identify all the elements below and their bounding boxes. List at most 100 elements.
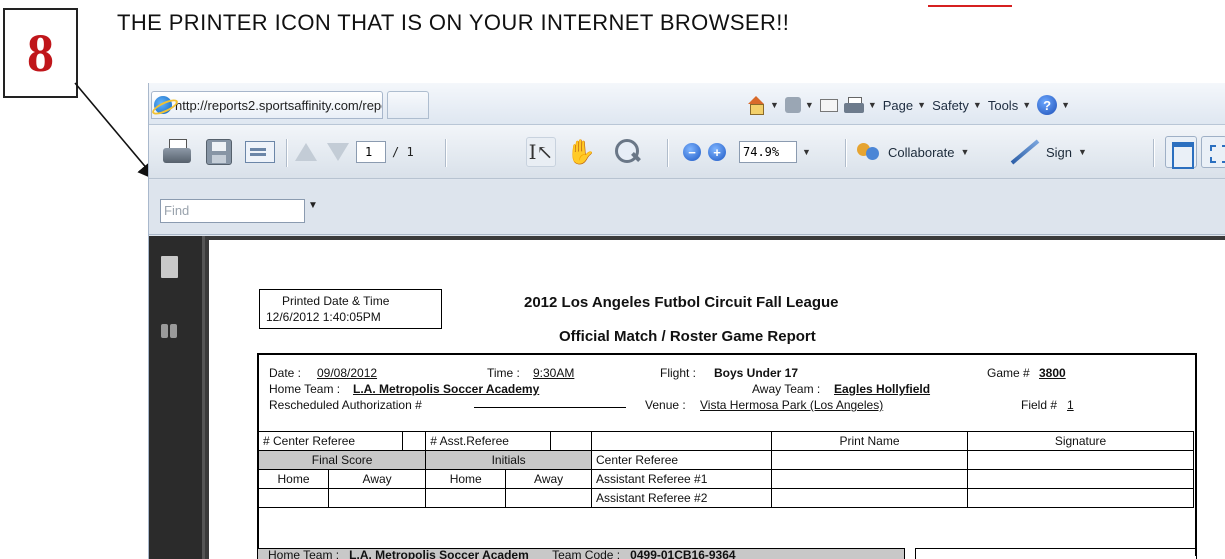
referee-table: # Center Referee # Asst.Referee Print Na…	[257, 431, 1194, 508]
asst-referee-count-label: # Asst.Referee	[425, 431, 551, 451]
marquee-zoom-button[interactable]	[611, 136, 645, 168]
chevron-down-icon: ▼	[867, 100, 877, 110]
safety-menu[interactable]: Safety ▼	[932, 98, 982, 113]
step-number-badge: 8	[3, 8, 78, 98]
chevron-down-icon: ▼	[770, 100, 779, 110]
chevron-down-icon: ▼	[1078, 147, 1087, 157]
attachments-icon[interactable]	[161, 319, 179, 339]
role-center-referee: Center Referee	[591, 450, 772, 470]
collaborate-label: Collaborate	[888, 144, 955, 160]
ie-logo-icon	[154, 96, 172, 114]
help-button[interactable]: ? ▼	[1037, 95, 1070, 115]
sign-button[interactable]: Sign ▼	[1006, 136, 1126, 168]
chevron-down-icon[interactable]: ▼	[308, 200, 318, 211]
zoom-in-button[interactable]: +	[705, 136, 729, 168]
chevron-down-icon: ▼	[917, 100, 927, 110]
venue-value: Vista Hermosa Park (Los Angeles)	[700, 398, 884, 412]
page-number-input[interactable]: 1	[356, 141, 386, 163]
collaborate-button[interactable]: Collaborate ▼	[854, 136, 994, 168]
chevron-down-icon: ▼	[804, 100, 814, 110]
document-viewer: Printed Date & Time 12/6/2012 1:40:05PM …	[149, 236, 1225, 559]
next-page-button[interactable]	[325, 136, 351, 168]
initials-away-header: Away	[505, 469, 592, 489]
initials-header: Initials	[425, 450, 592, 470]
mail-icon	[819, 98, 838, 112]
email-button[interactable]	[243, 136, 277, 168]
email-icon	[245, 141, 275, 163]
zoom-out-button[interactable]: −	[680, 136, 704, 168]
home-button[interactable]: ▼	[746, 96, 779, 115]
select-tool-button[interactable]: I↖	[524, 136, 558, 168]
pdf-print-button[interactable]	[161, 136, 193, 168]
zoom-in-icon: +	[708, 143, 726, 161]
navigation-panel	[149, 236, 205, 559]
magnifier-icon	[613, 137, 643, 167]
printed-label: Printed Date & Time	[282, 294, 390, 308]
assistant-referee-2-signature	[967, 488, 1194, 508]
roster-side-box	[915, 548, 1197, 559]
help-icon: ?	[1037, 95, 1058, 115]
center-referee-count-cell	[402, 431, 427, 451]
roster-team-code-label: Team Code :	[552, 548, 621, 559]
game-value: 3800	[1039, 366, 1066, 380]
safety-menu-label: Safety	[932, 97, 969, 113]
zoom-input[interactable]: 74.9%	[739, 141, 797, 163]
toolbar-separator	[667, 139, 668, 167]
chevron-down-icon: ▼	[1061, 100, 1071, 110]
print-name-header: Print Name	[771, 431, 968, 451]
date-label: Date :	[269, 366, 302, 380]
tools-menu[interactable]: Tools ▼	[988, 98, 1031, 113]
roster-home-team-value: L.A. Metropolis Soccer Academ	[349, 548, 529, 559]
time-value: 9:30AM	[533, 366, 575, 380]
find-bar: Find ▼	[149, 180, 1225, 235]
home-team-value: L.A. Metropolis Soccer Academy	[353, 382, 540, 396]
away-team-label: Away Team :	[752, 382, 821, 396]
fit-width-button[interactable]	[1163, 136, 1199, 169]
printed-value: 12/6/2012 1:40:05PM	[266, 310, 381, 324]
fit-page-button[interactable]	[1201, 136, 1225, 168]
arrow-down-icon	[327, 143, 349, 161]
previous-page-button[interactable]	[293, 136, 319, 168]
sign-label: Sign	[1046, 144, 1073, 160]
score-away-header: Away	[327, 469, 427, 489]
zoom-control: 74.9% ▼	[739, 136, 821, 168]
page-menu[interactable]: Page ▼	[883, 98, 926, 113]
command-items: ▼ ▼ ▼ Page ▼ Safety ▼ Tools ▼ ? ▼	[746, 92, 1070, 118]
mail-button[interactable]	[819, 98, 838, 112]
toolbar-separator	[445, 139, 446, 167]
collaborate-icon	[854, 139, 882, 165]
pages-icon[interactable]	[158, 256, 178, 281]
date-value: 09/08/2012	[317, 366, 378, 380]
report-subtitle: Official Match / Roster Game Report	[559, 328, 816, 345]
hand-tool-button[interactable]: ✋	[564, 136, 598, 168]
page-menu-label: Page	[882, 97, 914, 113]
venue-label: Venue :	[645, 398, 686, 412]
toolbar-separator	[845, 139, 846, 167]
chevron-down-icon[interactable]: ▼	[802, 147, 811, 157]
score-home-header: Home	[258, 469, 329, 489]
printer-icon	[843, 96, 864, 114]
save-button[interactable]	[204, 136, 234, 168]
chevron-down-icon: ▼	[960, 147, 970, 157]
tools-menu-label: Tools	[987, 97, 1019, 113]
flight-label: Flight :	[660, 366, 697, 380]
initials-away-cell	[505, 488, 592, 508]
browser-print-button[interactable]: ▼	[843, 96, 877, 114]
away-team-value: Eagles Hollyfield	[834, 382, 931, 396]
zoom-out-icon: −	[683, 143, 701, 161]
page-navigation: 1 / 1	[356, 136, 436, 168]
toolbar-separator	[286, 139, 287, 167]
browser-tab[interactable]: http://reports2.sportsaffinity.com/repor…	[151, 91, 383, 119]
field-value: 1	[1067, 398, 1074, 412]
score-home-cell	[258, 488, 329, 508]
assistant-referee-1-name	[771, 469, 968, 489]
rss-icon	[784, 97, 801, 113]
highlight-underline	[928, 0, 1012, 7]
field-label: Field #	[1021, 398, 1058, 412]
find-input[interactable]: Find	[160, 199, 305, 223]
new-tab-button[interactable]	[387, 91, 429, 119]
feeds-button[interactable]: ▼	[784, 97, 814, 113]
toolbar-separator	[1153, 139, 1154, 167]
rescheduled-label: Rescheduled Authorization #	[269, 398, 422, 412]
assistant-referee-1-signature	[967, 469, 1194, 489]
